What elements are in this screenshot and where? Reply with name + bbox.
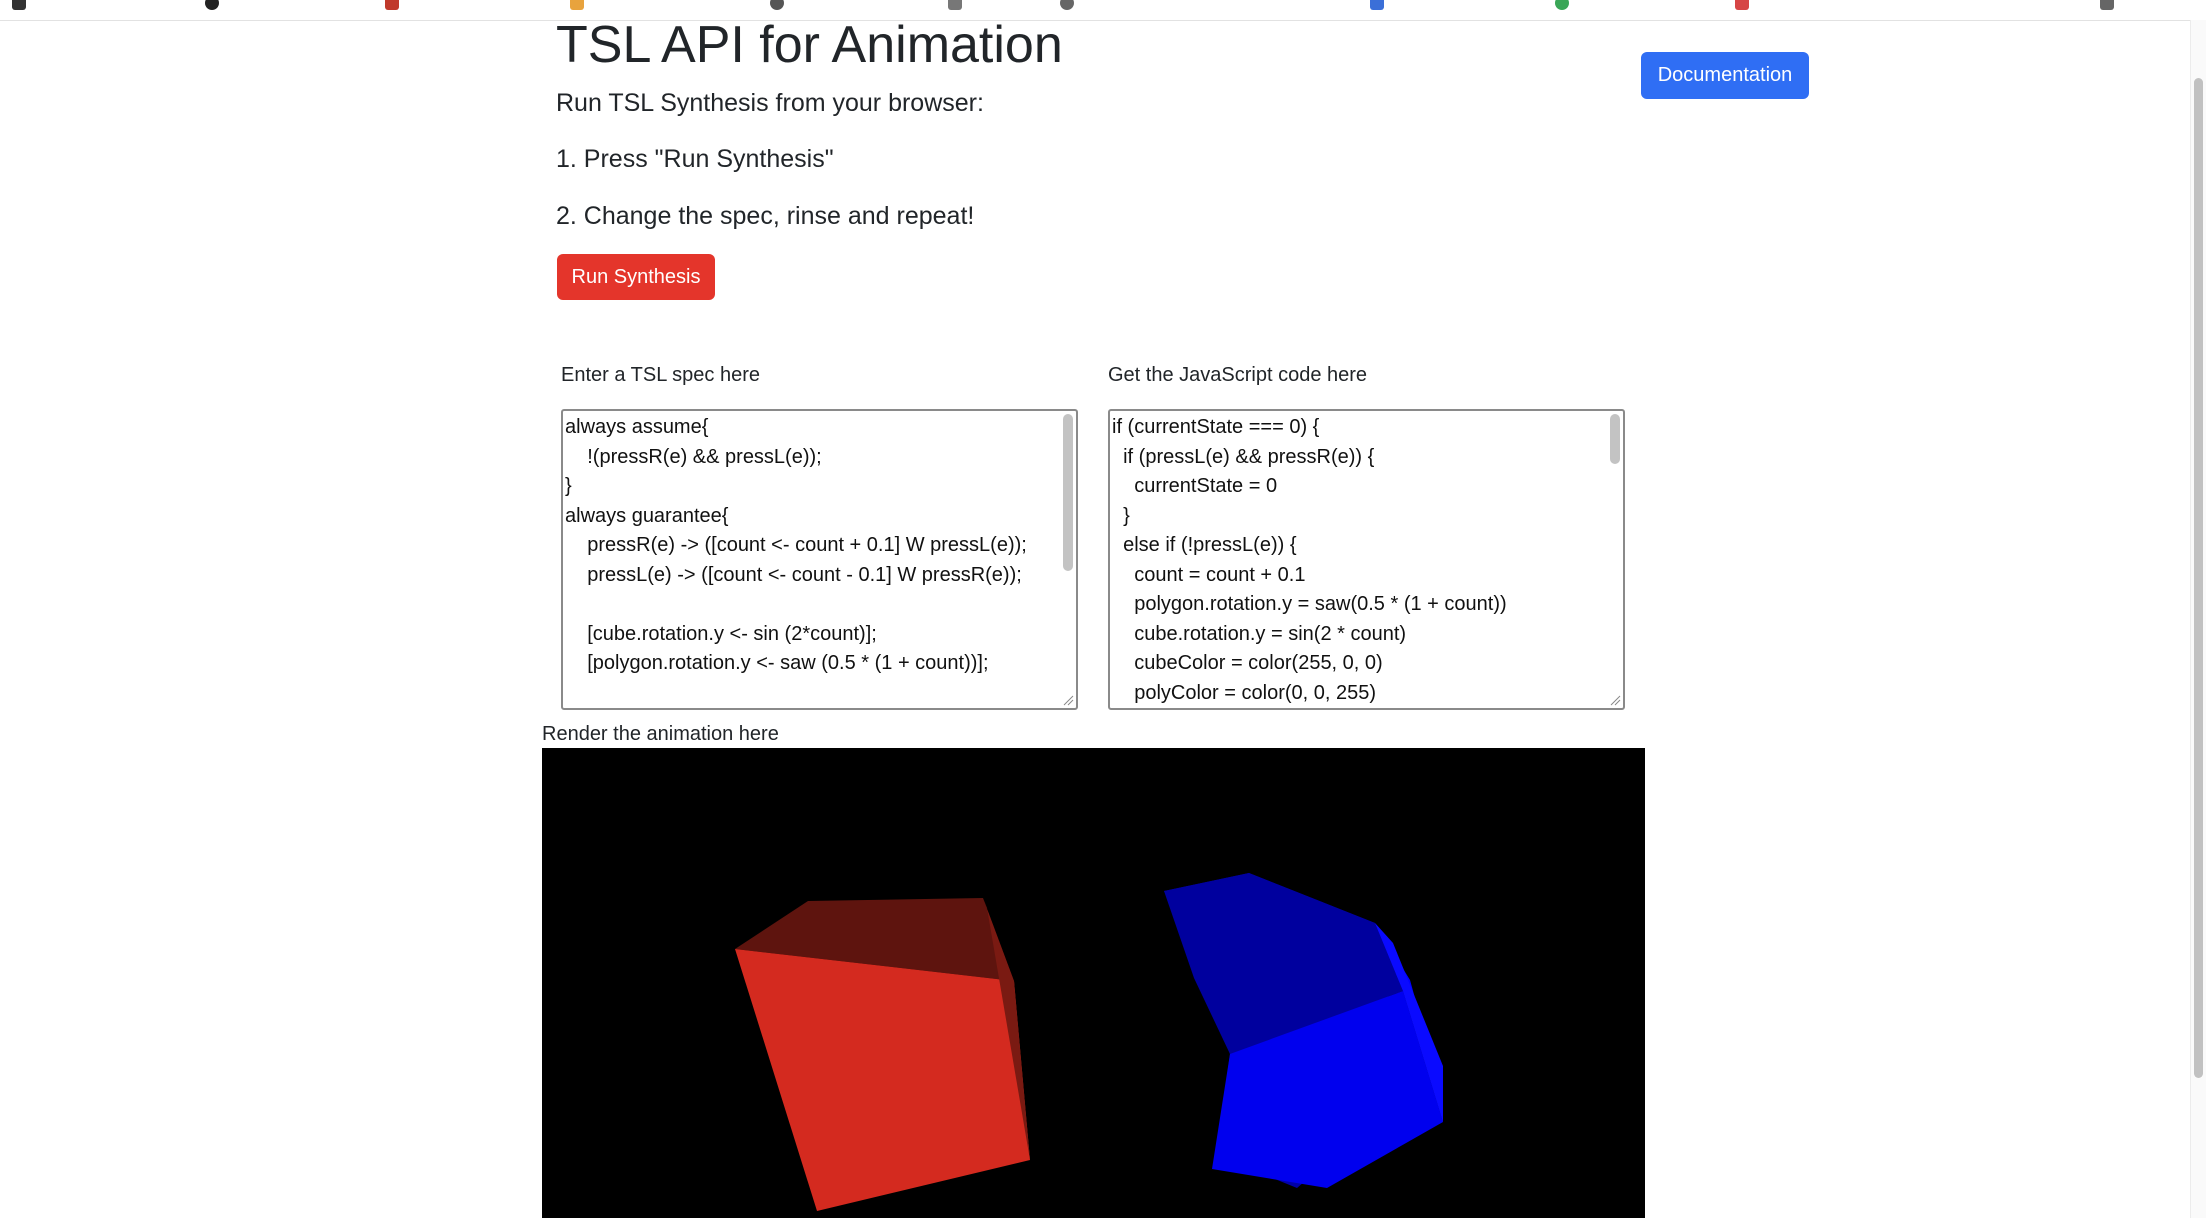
- resize-handle-icon[interactable]: [1062, 694, 1074, 706]
- bookmark-item[interactable]: [1060, 0, 1080, 11]
- cube-front-face: [735, 949, 1030, 1211]
- js-line: cube.rotation.y = sin(2 * count): [1112, 622, 1407, 645]
- bookmark-item[interactable]: [385, 0, 405, 11]
- javascript-output-textarea[interactable]: if (currentState === 0) { if (pressL(e) …: [1108, 409, 1625, 710]
- bookmark-item[interactable]: [770, 0, 790, 11]
- spec-line: [cube.rotation.y <- sin (2*count)];: [565, 622, 877, 645]
- spec-line: always guarantee{: [565, 504, 729, 527]
- js-line: if (currentState === 0) {: [1112, 416, 1320, 438]
- animation-canvas[interactable]: [542, 748, 1645, 1218]
- bookmark-item[interactable]: [1735, 0, 1755, 11]
- page-title: TSL API for Animation: [556, 16, 1063, 74]
- animation-scene: [735, 873, 1443, 1211]
- step-2-text: 2. Change the spec, rinse and repeat!: [556, 202, 975, 230]
- bookmark-favicon-icon: [948, 0, 962, 11]
- render-label: Render the animation here: [542, 723, 779, 745]
- spec-scrollbar[interactable]: [1063, 414, 1073, 571]
- bookmark-favicon-icon: [1370, 0, 1384, 11]
- bookmark-favicon-icon: [770, 0, 784, 11]
- bookmarks-bar: [0, 0, 2206, 21]
- bookmark-item[interactable]: [1370, 0, 1390, 11]
- resize-handle-icon[interactable]: [1609, 694, 1621, 706]
- js-line: currentState = 0: [1112, 475, 1278, 497]
- spec-line: [polygon.rotation.y <- saw (0.5 * (1 + c…: [565, 652, 989, 674]
- reading-list-item[interactable]: [2100, 0, 2120, 11]
- blue-polygon: [1164, 873, 1443, 1188]
- documentation-button[interactable]: Documentation: [1641, 52, 1809, 99]
- bookmark-favicon-icon: [1555, 0, 1569, 11]
- spec-line: !(pressR(e) && pressL(e));: [565, 445, 822, 468]
- tsl-spec-textarea[interactable]: always assume{ !(pressR(e) && pressL(e))…: [561, 409, 1078, 710]
- bookmark-favicon-icon: [1735, 0, 1749, 11]
- js-line: else if (!pressL(e)) {: [1112, 534, 1297, 556]
- js-line: count = count + 0.1: [1112, 563, 1306, 586]
- spec-line: always assume{: [565, 416, 709, 438]
- step-1-text: 1. Press "Run Synthesis": [556, 145, 834, 173]
- page-scrollbar[interactable]: [2190, 20, 2206, 1218]
- spec-line: pressR(e) -> ([count <- count + 0.1] W p…: [565, 534, 1027, 556]
- bookmark-item[interactable]: [1555, 0, 1575, 11]
- bookmark-item[interactable]: [12, 0, 32, 11]
- bookmark-favicon-icon: [385, 0, 399, 11]
- js-line: if (pressL(e) && pressR(e)) {: [1112, 445, 1375, 468]
- js-pane-label: Get the JavaScript code here: [1108, 364, 1368, 386]
- run-synthesis-button[interactable]: Run Synthesis: [557, 254, 715, 300]
- spec-line: }: [565, 475, 572, 497]
- js-line: polygon.rotation.y = saw(0.5 * (1 + coun…: [1112, 593, 1507, 615]
- spec-pane-label: Enter a TSL spec here: [561, 364, 761, 386]
- github-icon: [205, 0, 219, 11]
- js-scrollbar[interactable]: [1610, 414, 1620, 464]
- bookmark-item[interactable]: [948, 0, 968, 11]
- js-line: cubeColor = color(255, 0, 0): [1112, 652, 1383, 674]
- red-cube: [735, 898, 1030, 1211]
- bookmark-item[interactable]: [205, 0, 225, 11]
- intro-text: Run TSL Synthesis from your browser:: [556, 89, 984, 117]
- bookmark-favicon-icon: [12, 0, 26, 11]
- page-scrollbar-thumb[interactable]: [2194, 78, 2203, 1078]
- js-line: }: [1112, 504, 1130, 527]
- bookmark-favicon-icon: [570, 0, 584, 11]
- reading-list-icon: [2100, 0, 2114, 11]
- js-line: polyColor = color(0, 0, 255): [1112, 681, 1377, 704]
- spec-line: pressL(e) -> ([count <- count - 0.1] W p…: [565, 563, 1022, 586]
- bookmark-favicon-icon: [1060, 0, 1074, 11]
- bookmark-item[interactable]: [570, 0, 590, 11]
